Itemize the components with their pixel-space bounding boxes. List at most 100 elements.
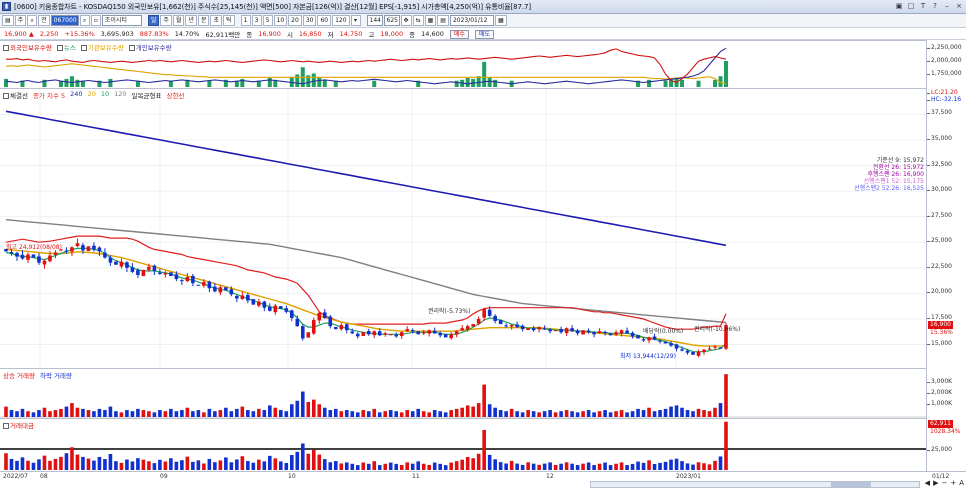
zoom-in-icon[interactable]: +	[950, 479, 956, 487]
volume-bar	[344, 410, 349, 417]
grid-icon[interactable]: ▦	[424, 15, 437, 26]
candle-up	[202, 282, 206, 286]
trading-amount-panel[interactable]: 거래대금	[0, 418, 926, 471]
candle-down	[487, 309, 492, 316]
investor-holdings-panel[interactable]: 외국인보유수량 뉴스 기관보유수량 개인보유수량	[0, 40, 926, 88]
candle-down	[136, 270, 140, 275]
amount-y-axis: 62,911 1028.34% 25,000	[926, 418, 966, 471]
price-chart-panel[interactable]: 체결선 종가 지수 5 240 20 10 120 일목균형표 상한선 기준선 …	[0, 88, 926, 369]
amount-bar	[158, 459, 162, 470]
interval-menu-icon[interactable]: ▾	[350, 15, 361, 26]
search-icon[interactable]: ⌕	[27, 15, 38, 26]
volume-bar	[537, 412, 541, 417]
period-minute-button[interactable]: 분	[197, 15, 210, 26]
sell-button[interactable]: 매도	[474, 29, 494, 39]
legend-ma120[interactable]: 120	[114, 90, 126, 100]
volume-bar	[680, 407, 684, 417]
amount-bar	[185, 456, 190, 470]
stock-search-icon[interactable]: ⌕	[79, 15, 90, 26]
legend-ma10[interactable]: 10	[101, 90, 109, 100]
amount-bar	[493, 459, 497, 470]
period-second-button[interactable]: 초	[210, 15, 222, 26]
period-year-button[interactable]: 년	[185, 15, 197, 26]
interval-20-button[interactable]: 20	[288, 15, 302, 26]
minimize-icon[interactable]: –	[942, 1, 952, 12]
legend-amount[interactable]: 거래대금	[3, 420, 34, 430]
stock-code-input[interactable]: 067000	[50, 15, 79, 26]
crosshair-icon[interactable]: ✥	[400, 15, 412, 26]
amount-bar	[103, 459, 107, 470]
y-tick: 3,000K	[926, 378, 953, 385]
interval-1-button[interactable]: 1	[240, 15, 251, 26]
amount-bar	[625, 465, 629, 470]
buy-button[interactable]: 매수	[449, 29, 469, 39]
interval-5-button[interactable]: 5	[262, 15, 273, 26]
zoom-out-icon[interactable]: −	[941, 479, 947, 487]
candle-down	[108, 257, 113, 263]
menu-button[interactable]: ▤	[2, 15, 14, 26]
table-icon[interactable]: ▤	[437, 15, 449, 26]
legend-ichimoku[interactable]: 일목균형표	[132, 90, 162, 100]
volume-bar	[295, 400, 300, 417]
y-tick: 27,500	[927, 211, 952, 219]
volume-bar	[81, 408, 85, 417]
legend-ma20[interactable]: 20	[88, 90, 96, 100]
amount-bar	[366, 463, 371, 470]
legend-down-volume[interactable]: 하락 거래량	[40, 370, 72, 380]
y-tick: 30,000	[927, 186, 952, 194]
market-select[interactable]: 전	[38, 15, 50, 26]
amount-bar	[713, 460, 717, 470]
stock-name-field[interactable]: 조이시티	[101, 15, 142, 26]
help-icon[interactable]: ?	[930, 1, 940, 12]
chart-scrollbar[interactable]	[590, 481, 920, 488]
candle-down	[152, 265, 157, 271]
period-day-button[interactable]: 일	[147, 15, 160, 26]
candle-up	[526, 328, 530, 331]
interval-120-button[interactable]: 120	[332, 15, 350, 26]
amount-bar	[702, 463, 706, 470]
menu-select[interactable]: 주	[14, 15, 27, 26]
ichimoku-lagging-label: 후행스팬 26: 16,900	[867, 171, 924, 178]
scroll-thumb[interactable]	[831, 482, 871, 487]
scroll-left-icon[interactable]: ◀	[925, 479, 930, 487]
legend-ma240[interactable]: 240	[70, 90, 82, 100]
title-bar: ▮ [0600] 키움종합차트 - KOSDAQ150 외국인보유[1,662(…	[0, 0, 966, 14]
legend-contract-line[interactable]: 체결선	[3, 90, 28, 100]
amount-bar	[575, 465, 580, 470]
legend-upper-limit[interactable]: 상한선	[166, 90, 184, 100]
amount-bar	[421, 463, 426, 470]
window-icon[interactable]: □	[906, 1, 916, 12]
display-count-field[interactable]: 625	[383, 15, 400, 26]
volume-bar	[438, 411, 442, 417]
legend-close-index[interactable]: 종가 지수 5	[33, 90, 65, 100]
amount-bar	[614, 463, 618, 470]
amount-bar	[20, 457, 25, 470]
period-month-button[interactable]: 월	[172, 15, 185, 26]
close-icon[interactable]: ×	[954, 1, 964, 12]
legend-foreign[interactable]: 외국인보유수량	[3, 42, 52, 52]
period-week-button[interactable]: 주	[160, 15, 172, 26]
restore-icon[interactable]: ▣	[894, 1, 904, 12]
candle-up	[273, 305, 278, 313]
legend-up-volume[interactable]: 상승 거래량	[3, 370, 35, 380]
date-input[interactable]: 2023/01/12	[449, 15, 494, 26]
volume-panel[interactable]: 상승 거래량 하락 거래량	[0, 368, 926, 418]
auto-scale-icon[interactable]: A	[959, 479, 964, 487]
legend-institution[interactable]: 기관보유수량	[80, 42, 124, 52]
interval-10-button[interactable]: 10	[273, 15, 288, 26]
count-input[interactable]: 144	[366, 15, 383, 26]
amount-bar	[130, 461, 135, 470]
interval-30-button[interactable]: 30	[302, 15, 317, 26]
scroll-icon[interactable]: ⇆	[412, 15, 424, 26]
amount-pct-badge: 1028.34%	[928, 428, 963, 436]
lock-icon[interactable]: ▫	[90, 15, 101, 26]
legend-news[interactable]: 뉴스	[56, 42, 76, 52]
candle-down	[718, 347, 723, 349]
interval-3-button[interactable]: 3	[251, 15, 262, 26]
legend-individual[interactable]: 개인보유수량	[128, 42, 172, 52]
period-tick-button[interactable]: 틱	[223, 15, 235, 26]
interval-60-button[interactable]: 60	[317, 15, 332, 26]
calendar-icon[interactable]: ▦	[494, 15, 507, 26]
text-icon[interactable]: T	[918, 1, 928, 12]
scroll-right-icon[interactable]: ▶	[933, 479, 938, 487]
